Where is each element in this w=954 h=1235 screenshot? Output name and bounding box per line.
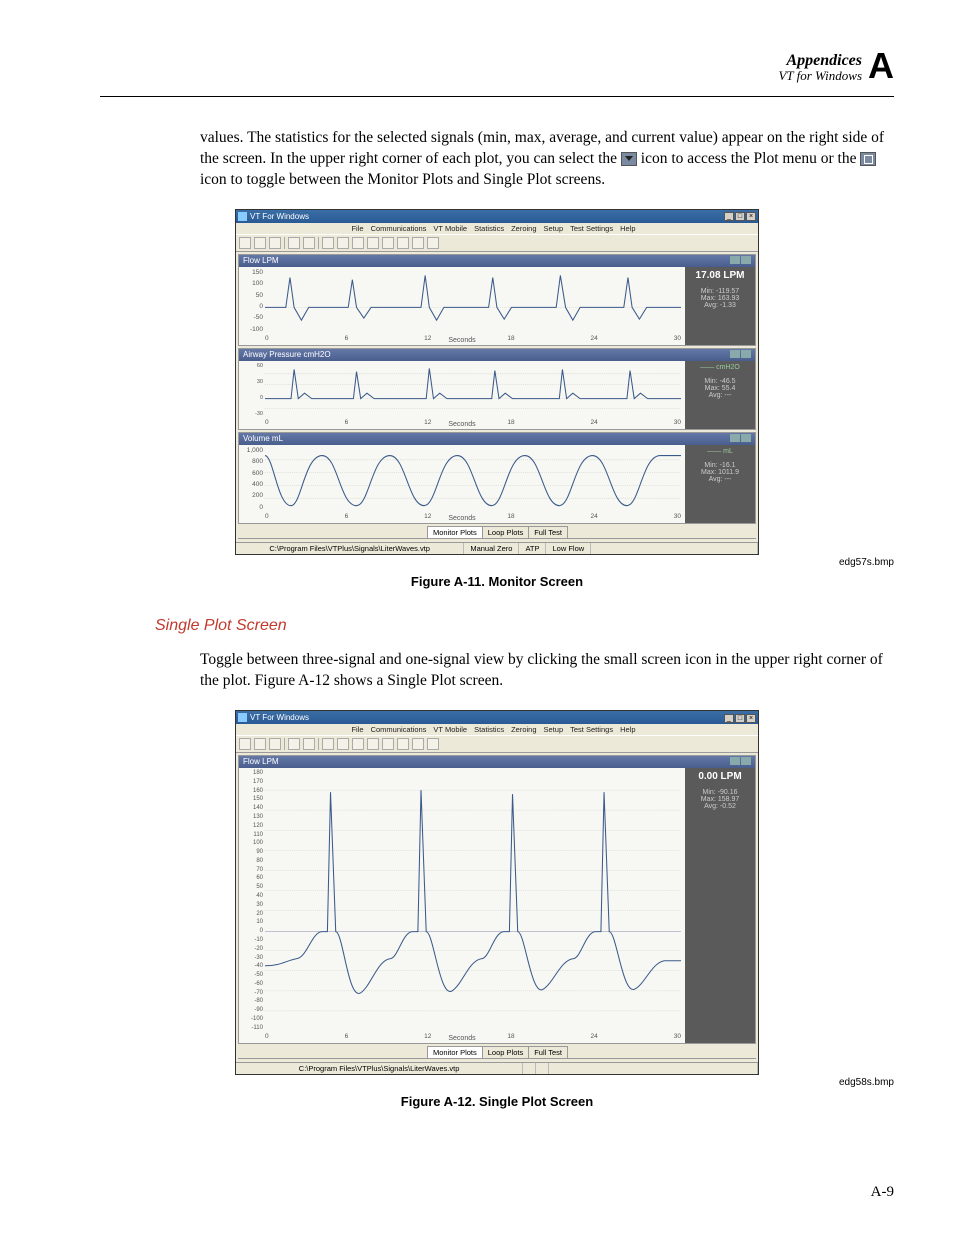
window-titlebar: VT For Windows _□× [236,711,758,724]
maximize-icon: □ [735,212,745,221]
new-icon [269,738,281,750]
figure-a11-caption: Figure A-11. Monitor Screen [100,574,894,589]
single-plot-window: VT For Windows _□× FileCommunicationsVT … [235,710,759,1075]
print-icon [288,237,300,249]
header-subtitle: VT for Windows [778,68,862,84]
preview-icon [303,237,315,249]
open-icon [254,237,266,249]
sigma-icon [352,237,364,249]
setup-icon [397,237,409,249]
save-icon [239,738,251,750]
app-icon [238,212,247,221]
figure-a12-filename: edg58s.bmp [100,1077,894,1088]
toggle-view-icon [741,350,751,358]
app-icon [238,713,247,722]
body-paragraph-2: Toggle between three-signal and one-sign… [200,650,894,692]
header-rule [100,96,894,97]
toolbar[interactable] [236,234,758,252]
toggle-view-icon [860,152,876,166]
zero-icon [322,237,334,249]
plot-volume: Volume mL 1,0008006004002000 0612182430 … [238,432,756,524]
print-icon [288,738,300,750]
close-icon: × [746,714,756,723]
plot-menu-icon [730,434,740,442]
figure-a11: VT For Windows _□× FileCommunicationsVT … [100,209,894,589]
sigma-icon [352,738,364,750]
menu-bar[interactable]: FileCommunicationsVT MobileStatisticsZer… [236,223,758,234]
toggle-view-icon [741,757,751,765]
toggle-view-icon [741,434,751,442]
body-paragraph-1: values. The statistics for the selected … [200,128,894,191]
preview-icon [303,738,315,750]
menu-bar[interactable]: FileCommunicationsVT MobileStatisticsZer… [236,724,758,735]
zero-icon [322,738,334,750]
plot-airway-pressure: Airway Pressure cmH2O 60300-30 061218243… [238,348,756,430]
status-bar: C:\Program Files\VTPlus\Signals\LiterWav… [236,1062,758,1074]
toolbar[interactable] [236,735,758,753]
toggle-view-icon [741,256,751,264]
status-bar: C:\Program Files\VTPlus\Signals\LiterWav… [236,542,758,554]
section-heading-single-plot: Single Plot Screen [155,617,894,635]
page-header: Appendices VT for Windows A [778,48,894,84]
close-icon: × [746,212,756,221]
minimize-icon: _ [724,212,734,221]
plot-menu-icon [730,350,740,358]
figure-a11-filename: edg57s.bmp [100,557,894,568]
plot-menu-icon [621,152,637,166]
minimize-icon: _ [724,714,734,723]
open-icon [254,738,266,750]
maximize-icon: □ [735,714,745,723]
save-icon [239,237,251,249]
monitor-screen-window: VT For Windows _□× FileCommunicationsVT … [235,209,759,555]
setup-icon [397,738,409,750]
window-controls[interactable]: _□× [723,211,756,221]
page-number: A-9 [871,1184,894,1201]
figure-a12: VT For Windows _□× FileCommunicationsVT … [100,710,894,1109]
view-tabs[interactable]: Monitor PlotsLoop PlotsFull Test [240,1046,754,1058]
plot-menu-icon [730,757,740,765]
plot-flow-single: Flow LPM 1801701601501401301201101009080… [238,755,756,1044]
plot-flow: Flow LPM 150100500-50-100 0612182430 Sec… [238,254,756,346]
plot-menu-icon [730,256,740,264]
appendix-letter: A [868,48,894,84]
view-tabs[interactable]: Monitor PlotsLoop PlotsFull Test [240,526,754,538]
figure-a12-caption: Figure A-12. Single Plot Screen [100,1094,894,1109]
window-controls[interactable]: _□× [723,713,756,723]
new-icon [269,237,281,249]
window-titlebar: VT For Windows _□× [236,210,758,223]
